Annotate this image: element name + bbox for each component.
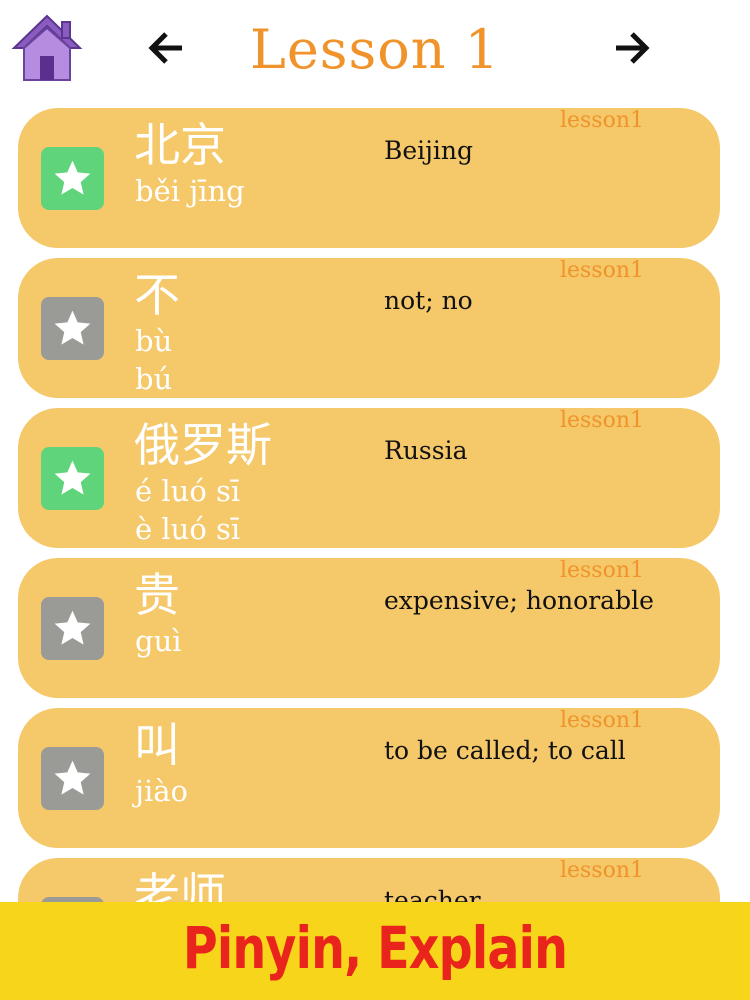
lesson-tag: lesson1	[559, 408, 644, 433]
banner-text: Pinyin, Explain	[182, 914, 568, 982]
word-meaning: Russia	[384, 436, 468, 465]
word-pinyin-alt: bú	[135, 362, 173, 396]
word-meaning: Beijing	[384, 136, 474, 165]
header-bar: Lesson 1	[0, 0, 750, 100]
star-icon	[54, 310, 91, 345]
lesson-tag: lesson1	[559, 708, 644, 733]
word-pinyin: bù	[135, 324, 173, 358]
word-hanzi: 北京	[134, 118, 226, 172]
word-hanzi: 老师	[134, 868, 226, 902]
word-pinyin: běi jīng	[135, 174, 245, 208]
favorite-toggle[interactable]	[41, 297, 104, 360]
star-icon	[54, 610, 91, 645]
word-hanzi: 叫	[134, 718, 180, 772]
word-pinyin: é luó sī	[135, 474, 241, 508]
word-card[interactable]: lesson1 贵 guì expensive; honorable	[18, 558, 720, 698]
word-meaning: expensive; honorable	[384, 586, 654, 615]
favorite-toggle[interactable]	[41, 147, 104, 210]
word-pinyin: jiào	[135, 774, 189, 808]
word-meaning: not; no	[384, 286, 473, 315]
star-icon	[54, 460, 91, 495]
word-hanzi: 不	[134, 268, 180, 322]
star-icon	[54, 760, 91, 795]
word-card[interactable]: lesson1 不 bù bú not; no	[18, 258, 720, 398]
arrow-right-icon	[616, 32, 650, 64]
word-card[interactable]: lesson1 北京 běi jīng Beijing	[18, 108, 720, 248]
word-card[interactable]: lesson1 叫 jiào to be called; to call	[18, 708, 720, 848]
favorite-toggle[interactable]	[41, 597, 104, 660]
promo-banner: Pinyin, Explain	[0, 902, 750, 1000]
lesson-tag: lesson1	[559, 858, 644, 883]
word-list[interactable]: lesson1 北京 běi jīng Beijing lesson1 不 bù…	[0, 100, 750, 902]
word-hanzi: 俄罗斯	[134, 418, 272, 472]
star-icon	[54, 160, 91, 195]
word-hanzi: 贵	[134, 568, 180, 622]
word-meaning: teacher	[384, 886, 481, 902]
word-pinyin-alt: è luó sī	[135, 512, 241, 546]
favorite-toggle[interactable]	[41, 447, 104, 510]
lesson-tag: lesson1	[559, 258, 644, 283]
next-lesson-button[interactable]	[612, 28, 652, 68]
word-card[interactable]: lesson1 俄罗斯 é luó sī è luó sī Russia	[18, 408, 720, 548]
word-meaning: to be called; to call	[384, 736, 626, 765]
word-pinyin: guì	[135, 624, 182, 658]
lesson-tag: lesson1	[559, 108, 644, 133]
favorite-toggle[interactable]	[41, 747, 104, 810]
lesson-tag: lesson1	[559, 558, 644, 583]
word-card[interactable]: lesson1 老师 teacher	[18, 858, 720, 902]
